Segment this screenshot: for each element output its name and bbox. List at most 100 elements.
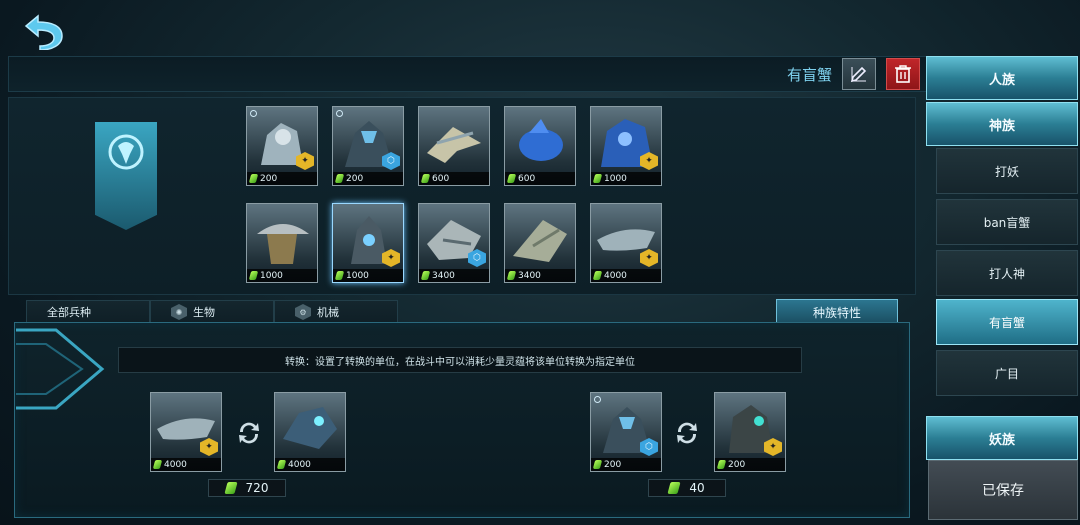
conversion-source-unit[interactable]: ✦ 4000 [150,392,222,472]
deck-item-label: ban盲蟹 [983,215,1031,230]
unit-cost: 600 [419,172,489,185]
back-arrow-icon[interactable] [22,10,66,51]
cost-value: 4000 [604,270,627,281]
deck-list-item[interactable]: 广目 [936,350,1078,396]
unit-filter-tabs: 全部兵种 ✺ 生物 ⚙ 机械 [26,300,398,324]
unit-card-selected[interactable]: ✦ 1000 [332,203,404,283]
unit-cost: 1000 [247,269,317,282]
faction-tab-human[interactable]: 人族 [926,56,1078,100]
conversion-target-unit[interactable]: 4000 [274,392,346,472]
chevron-decoration-icon [16,328,105,410]
unit-portrait [283,407,337,449]
faction-label: 人族 [988,72,1015,88]
crystal-icon [334,174,345,183]
unit-cost: 4000 [151,458,221,471]
cost-value: 4000 [288,459,311,470]
unit-card[interactable]: ✦ 1000 [590,106,662,186]
conversion-description: 转换：设置了转换的单位，在战斗中可以消耗少量灵蕴将该单位转换为指定单位 [118,347,802,373]
cost-value: 200 [346,173,364,184]
unit-portrait [519,119,563,161]
conversion-target-unit[interactable]: ✦ 200 [714,392,786,472]
deck-item-label: 打人神 [988,266,1025,281]
faction-tab-demon[interactable]: 妖族 [926,416,1078,460]
status-dot-icon [594,396,601,403]
conversion-cost-value: 720 [245,481,269,495]
unit-cost: 600 [505,172,575,185]
trash-icon [895,65,911,83]
cost-value: 200 [728,459,746,470]
unit-portrait [257,224,309,264]
crystal-icon [420,174,431,183]
deck-list-item-active[interactable]: 有盲蟹 [936,299,1078,345]
crystal-icon [667,482,681,494]
unit-card[interactable]: 1000 [246,203,318,283]
deck-list-item[interactable]: 打人神 [936,250,1078,296]
unit-cost: 200 [333,172,403,185]
faction-tab-protoss[interactable]: 神族 [926,102,1078,146]
deck-list-item[interactable]: ban盲蟹 [936,199,1078,245]
unit-card[interactable]: ⬡ 3400 [418,203,490,283]
crystal-icon [592,174,603,183]
crystal-icon [334,271,345,280]
crystal-icon [592,271,603,280]
cost-value: 200 [260,173,278,184]
crystal-icon [248,271,259,280]
status-dot-icon [250,110,257,117]
crystal-icon [716,460,727,469]
unit-card[interactable]: ✦ 4000 [590,203,662,283]
game-screen: 有盲蟹 ✦ 200 ⬡ 200 600 600 ✦ 1000 1000 ✦ 10… [0,0,1080,525]
unit-cost: 1000 [591,172,661,185]
edit-deck-button[interactable] [842,58,876,90]
cost-value: 200 [604,459,622,470]
filter-tab-all[interactable]: 全部兵种 [26,300,150,324]
bio-icon: ✺ [171,304,187,320]
saved-status-button[interactable]: 已保存 [928,460,1078,520]
unit-cost: 3400 [419,269,489,282]
filter-tab-label: 生物 [193,306,215,319]
swap-arrows-icon[interactable] [234,418,264,448]
unit-cost: 4000 [591,269,661,282]
unit-card[interactable]: ✦ 200 [246,106,318,186]
filter-tab-mech[interactable]: ⚙ 机械 [274,300,398,324]
deck-item-label: 广目 [994,366,1019,381]
deck-list-item[interactable]: 打妖 [936,148,1078,194]
unit-portrait [427,127,481,163]
status-dot-icon [336,110,343,117]
crystal-icon [152,460,163,469]
faction-banner [95,122,157,230]
cost-value: 1000 [604,173,627,184]
crystal-icon [506,174,517,183]
unit-cost: 4000 [275,458,345,471]
deck-name-label: 有盲蟹 [786,66,832,84]
unit-card[interactable]: 600 [418,106,490,186]
cost-value: 3400 [518,270,541,281]
filter-tab-bio[interactable]: ✺ 生物 [150,300,274,324]
faction-label: 妖族 [988,432,1015,448]
cost-value: 3400 [432,270,455,281]
protoss-emblem-icon [108,134,144,170]
cost-value: 4000 [164,459,187,470]
deck-item-label: 有盲蟹 [988,315,1025,330]
conversion-cost-total: 720 [208,479,286,497]
delete-deck-button[interactable] [886,58,920,90]
cost-value: 1000 [346,270,369,281]
filter-tab-label: 全部兵种 [47,306,91,319]
mech-icon: ⚙ [295,304,311,320]
cost-value: 600 [432,173,450,184]
cost-value: 1000 [260,270,283,281]
crystal-icon [592,460,603,469]
crystal-icon [276,460,287,469]
unit-card[interactable]: ⬡ 200 [332,106,404,186]
unit-card[interactable]: 600 [504,106,576,186]
conversion-cost-total: 40 [648,479,726,497]
unit-cost: 3400 [505,269,575,282]
unit-card[interactable]: 3400 [504,203,576,283]
cost-value: 600 [518,173,536,184]
conversion-source-unit[interactable]: ⬡ 200 [590,392,662,472]
unit-cost: 200 [715,458,785,471]
deck-item-label: 打妖 [994,164,1019,179]
crystal-icon [248,174,259,183]
swap-arrows-icon[interactable] [672,418,702,448]
faction-deck-sidebar: 人族 神族 打妖 ban盲蟹 打人神 有盲蟹 广目 妖族 [924,54,1080,525]
unit-cost: 1000 [333,269,403,282]
